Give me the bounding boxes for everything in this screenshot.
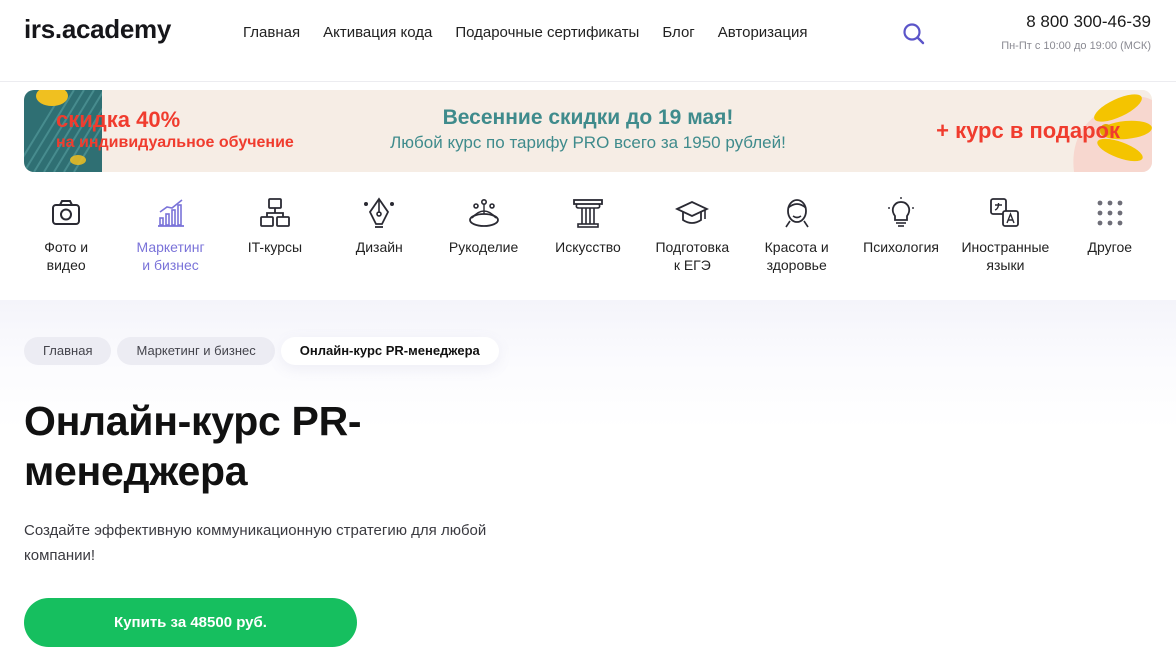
chart-icon [157,199,184,227]
category-exam-prep[interactable]: Подготовка к ЕГЭ [640,188,744,288]
graduation-cap-icon [675,201,710,224]
category-photo-video[interactable]: Фото и видео [14,188,118,288]
category-label: Дизайн [355,239,403,255]
category-label: Красота и здоровье [764,239,829,273]
lightbulb-icon [888,197,915,227]
column-icon [573,199,603,228]
banner-gift-text: + курс в подарок [936,118,1120,143]
breadcrumb-home[interactable]: Главная [24,337,112,365]
breadcrumb: Главная Маркетинг и бизнес Онлайн-курс P… [24,337,499,365]
grid-dots-icon [1097,200,1123,226]
category-label: IT-курсы [247,239,303,255]
category-label: Фото и видео [44,239,89,273]
main-nav: Главная Активация кода Подарочные сертиф… [243,24,808,41]
category-foreign-languages[interactable]: Иностранные языки [953,188,1057,288]
category-label: Другое [1087,239,1133,255]
course-hero: Главная Маркетинг и бизнес Онлайн-курс P… [0,300,1176,663]
search-icon [903,23,925,45]
category-label: Подготовка к ЕГЭ [655,239,730,273]
translate-icon [990,198,1020,227]
category-art[interactable]: Искусство [536,188,640,288]
category-label: Рукоделие [448,239,519,255]
nav-link-activate-code[interactable]: Активация кода [323,24,432,41]
category-marketing-business[interactable]: Маркетинг и бизнес [118,188,222,288]
nav-link-login[interactable]: Авторизация [718,24,808,41]
category-other[interactable]: Другое [1058,188,1162,288]
category-psychology[interactable]: Психология [849,188,953,288]
network-icon [259,198,290,227]
page-title: Онлайн-курс PR-менеджера [24,398,362,494]
breadcrumb-marketing-business[interactable]: Маркетинг и бизнес [117,337,275,365]
nav-link-gift-certificates[interactable]: Подарочные сертификаты [455,24,639,41]
category-label: Маркетинг и бизнес [136,239,205,273]
nav-link-blog[interactable]: Блог [662,24,694,41]
camera-icon [52,200,81,225]
promo-banner[interactable]: скидка 40% на индивидуальное обучение Ве… [24,90,1152,172]
phone-number[interactable]: 8 800 300-46-39 [1026,12,1151,32]
category-label: Психология [863,239,939,255]
site-header: irs.academy Главная Активация кода Подар… [0,0,1176,82]
breadcrumb-current: Онлайн-курс PR-менеджера [280,337,499,365]
category-label: Иностранные языки [961,239,1050,273]
search-button[interactable] [900,20,928,48]
category-label: Искусство [555,239,621,255]
site-logo[interactable]: irs.academy [24,14,171,45]
category-it-courses[interactable]: IT-курсы [223,188,327,288]
category-handicraft[interactable]: Рукоделие [431,188,535,288]
category-bar: Фото и видео Маркетинг и бизнес IT-курсы [14,188,1162,288]
embroidery-icon [468,198,499,227]
working-hours: Пн-Пт с 10:00 до 19:00 (МСК) [1001,40,1151,52]
buy-button[interactable]: Купить за 48500 руб. [24,598,357,647]
face-icon [785,199,809,228]
course-subtitle: Создайте эффективную коммуникационную ст… [24,522,487,564]
nav-link-home[interactable]: Главная [243,24,300,41]
pen-tool-icon [364,197,395,228]
category-design[interactable]: Дизайн [327,188,431,288]
category-beauty-health[interactable]: Красота и здоровье [745,188,849,288]
